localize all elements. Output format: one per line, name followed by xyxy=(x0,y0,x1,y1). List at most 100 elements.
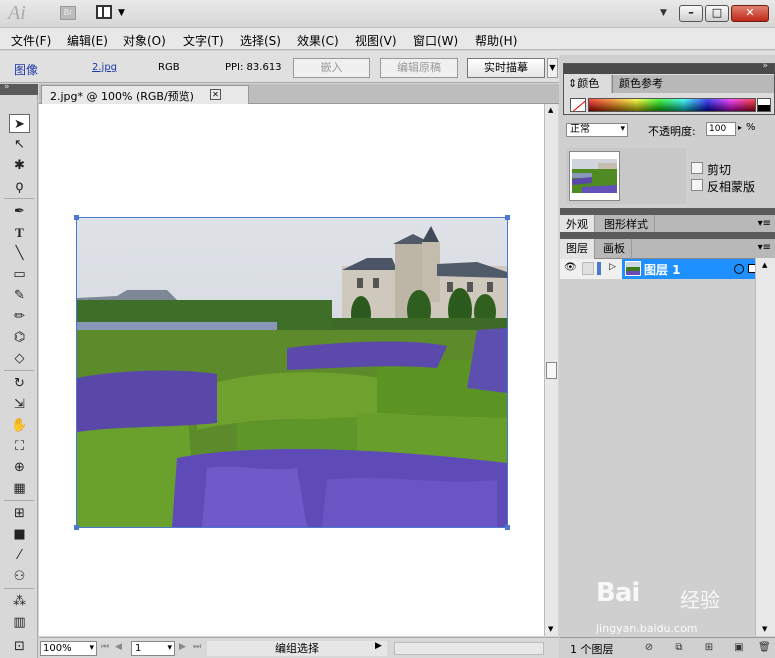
close-tab-icon[interactable]: ✕ xyxy=(210,89,221,100)
magic-wand-tool-icon[interactable]: ✱ xyxy=(9,156,30,175)
tab-color[interactable]: ⇕颜色 xyxy=(564,75,611,93)
tab-layers[interactable]: 图层 xyxy=(560,239,595,259)
tab-color-guide[interactable]: 颜色参考 xyxy=(612,75,674,93)
menu-select[interactable]: 选择(S) xyxy=(240,32,281,49)
eyedropper-tool-icon[interactable]: ⁄ xyxy=(9,546,30,565)
live-trace-button[interactable]: 实时描摹 xyxy=(467,58,545,78)
layer-row[interactable]: 👁 ▷ 图层 1 xyxy=(560,259,775,279)
menu-edit[interactable]: 编辑(E) xyxy=(67,32,108,49)
tools-panel-header[interactable]: » xyxy=(0,82,38,95)
scale-tool-icon[interactable]: ⇲ xyxy=(9,395,30,414)
first-artboard-icon[interactable]: ⏮ xyxy=(101,642,109,652)
selection-handle[interactable] xyxy=(505,525,510,530)
menu-window[interactable]: 窗口(W) xyxy=(413,32,458,49)
rotate-tool-icon[interactable]: ↻ xyxy=(9,374,30,393)
panel-menu-icon[interactable]: ▾≡ xyxy=(758,242,771,253)
blend-mode-select[interactable]: 正常 xyxy=(566,123,628,137)
opacity-slider-icon[interactable]: ▸ xyxy=(738,123,742,132)
panel-menu-icon[interactable]: ▾≡ xyxy=(758,218,771,229)
warp-tool-icon[interactable]: ✋ xyxy=(9,416,30,435)
column-graph-tool-icon[interactable]: ▥ xyxy=(9,613,30,632)
menu-help[interactable]: 帮助(H) xyxy=(475,32,517,49)
layer-thumbnail xyxy=(625,261,641,276)
delete-layer-icon[interactable]: 🗑 xyxy=(758,642,771,654)
zoom-select[interactable]: 100% xyxy=(40,641,97,656)
vertical-scrollbar[interactable]: ▲ ▼ xyxy=(544,104,558,636)
placed-image-garden[interactable] xyxy=(76,217,508,528)
clip-checkbox[interactable] xyxy=(691,162,703,174)
free-transform-tool-icon[interactable]: ⛶ xyxy=(9,437,30,456)
rectangle-tool-icon[interactable]: ▭ xyxy=(9,265,30,284)
horizontal-scrollbar[interactable] xyxy=(394,642,544,655)
mesh-tool-icon[interactable]: ⊞ xyxy=(9,504,30,523)
line-tool-icon[interactable]: ╲ xyxy=(9,244,30,263)
lasso-tool-icon[interactable]: ϙ xyxy=(9,177,30,196)
menu-effect[interactable]: 效果(C) xyxy=(297,32,339,49)
direct-selection-tool-icon[interactable]: ↖ xyxy=(9,135,30,154)
artboard-select[interactable]: 1 xyxy=(131,641,175,656)
linked-file-link[interactable]: 2.jpg xyxy=(92,62,117,73)
selection-handle[interactable] xyxy=(74,215,79,220)
blob-brush-tool-icon[interactable]: ⌬ xyxy=(9,328,30,347)
symbol-sprayer-tool-icon[interactable]: ⁂ xyxy=(9,592,30,611)
menu-file[interactable]: 文件(F) xyxy=(11,32,51,49)
scrollbar-thumb[interactable] xyxy=(546,362,557,379)
graph-tool-icon[interactable]: ▦ xyxy=(9,479,30,498)
type-tool-icon[interactable]: T xyxy=(9,223,30,242)
minimize-button[interactable]: – xyxy=(679,5,703,22)
live-trace-options-button[interactable]: ▼ xyxy=(547,58,558,78)
scroll-up-icon[interactable]: ▲ xyxy=(762,261,767,269)
scroll-up-icon[interactable]: ▲ xyxy=(548,106,553,114)
visibility-eye-icon[interactable]: 👁 xyxy=(564,262,578,274)
expand-triangle-icon[interactable]: ▷ xyxy=(609,262,616,272)
title-bar: Ai Br ▼ ▼ – □ ✕ xyxy=(0,0,775,28)
edit-original-button[interactable]: 编辑原稿 xyxy=(380,58,458,78)
embed-button[interactable]: 嵌入 xyxy=(293,58,370,78)
maximize-button[interactable]: □ xyxy=(705,5,729,22)
none-color-swatch[interactable] xyxy=(570,98,586,112)
gradient-tool-icon[interactable]: ■ xyxy=(9,525,30,544)
arrange-documents-button[interactable]: ▼ xyxy=(96,4,128,22)
pen-tool-icon[interactable]: ✒ xyxy=(9,202,30,221)
pencil-tool-icon[interactable]: ✏ xyxy=(9,307,30,326)
paintbrush-tool-icon[interactable]: ✎ xyxy=(9,286,30,305)
color-panel-header[interactable]: » xyxy=(564,61,774,74)
locate-object-icon[interactable]: ⊘ xyxy=(643,642,655,654)
last-artboard-icon[interactable]: ⏭ xyxy=(193,642,201,652)
menu-object[interactable]: 对象(O) xyxy=(123,32,166,49)
color-spectrum[interactable] xyxy=(588,98,756,112)
status-text[interactable]: 编组选择 xyxy=(207,641,387,656)
invert-mask-checkbox[interactable] xyxy=(691,179,703,191)
transparency-thumbnail[interactable] xyxy=(569,151,620,201)
menu-type[interactable]: 文字(T) xyxy=(183,32,224,49)
shape-builder-tool-icon[interactable]: ⊕ xyxy=(9,458,30,477)
tab-artboards[interactable]: 画板 xyxy=(597,239,632,259)
app-logo: Ai xyxy=(8,2,26,24)
bridge-button[interactable]: Br xyxy=(60,6,76,20)
document-tab[interactable]: 2.jpg* @ 100% (RGB/预览) ✕ xyxy=(41,85,249,104)
opacity-input[interactable]: 100 xyxy=(706,122,736,136)
selection-tool-icon[interactable]: ➤ xyxy=(9,114,30,133)
menu-view[interactable]: 视图(V) xyxy=(355,32,397,49)
selection-handle[interactable] xyxy=(505,215,510,220)
create-sublayer-icon[interactable]: ⊞ xyxy=(703,642,715,654)
selection-handle[interactable] xyxy=(74,525,79,530)
black-white-swatch[interactable] xyxy=(757,98,771,112)
eraser-tool-icon[interactable]: ◇ xyxy=(9,349,30,368)
artboard-tool-icon[interactable]: ⊡ xyxy=(9,637,30,656)
next-artboard-icon[interactable]: ▶ xyxy=(179,642,186,652)
color-mode-label: RGB xyxy=(158,62,180,73)
make-clipping-mask-icon[interactable]: ⧉ xyxy=(673,642,685,654)
close-window-button[interactable]: ✕ xyxy=(731,5,769,22)
lock-toggle[interactable] xyxy=(582,262,594,275)
previous-artboard-icon[interactable]: ◀ xyxy=(115,642,122,652)
blend-tool-icon[interactable]: ⚇ xyxy=(9,567,30,586)
new-layer-icon[interactable]: ▣ xyxy=(733,642,745,654)
scroll-down-icon[interactable]: ▼ xyxy=(548,625,553,633)
layer-selected-highlight[interactable]: 图层 1 xyxy=(622,259,775,279)
clip-checkbox-row[interactable]: 剪切 xyxy=(691,161,731,178)
layer-target-icon[interactable] xyxy=(734,264,744,274)
status-menu-icon[interactable]: ▶ xyxy=(375,641,382,651)
invert-mask-checkbox-row[interactable]: 反相蒙版 xyxy=(691,178,755,195)
workspace-dropdown-icon[interactable]: ▼ xyxy=(660,8,667,18)
